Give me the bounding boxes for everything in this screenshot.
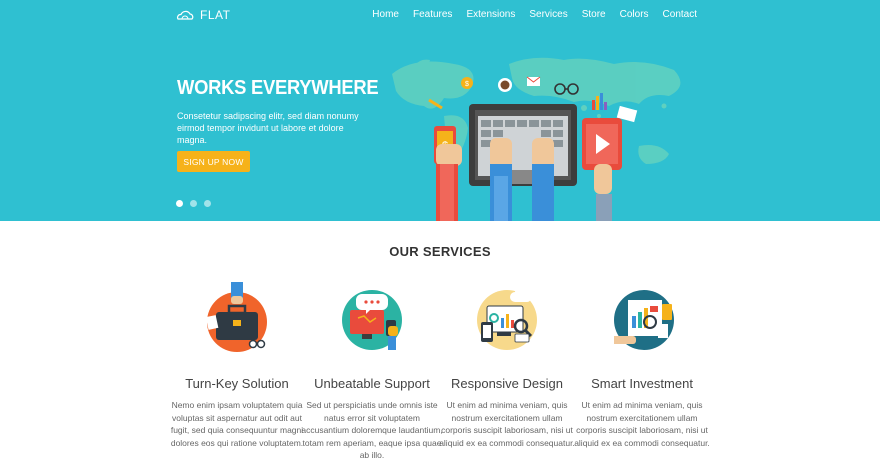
logo[interactable]: FLAT xyxy=(176,8,230,22)
service-title: Unbeatable Support xyxy=(314,376,430,391)
service-title: Smart Investment xyxy=(591,376,693,391)
service-card: Smart Investment Ut enim ad minima venia… xyxy=(567,282,717,449)
service-text: Sed ut perspiciatis unde omnis iste natu… xyxy=(301,400,443,460)
investment-icon xyxy=(606,282,678,354)
nav-home[interactable]: Home xyxy=(372,9,399,20)
svg-text:$: $ xyxy=(465,81,469,88)
service-card: Unbeatable Support Sed ut perspiciatis u… xyxy=(297,282,447,462)
logo-text: FLAT xyxy=(200,8,231,22)
hero-illustration: $ $ xyxy=(392,57,681,221)
hero-section: FLAT Home Features Extensions Services S… xyxy=(0,0,880,221)
slider-dot-1[interactable] xyxy=(176,200,183,207)
services-title: OUR SERVICES xyxy=(389,244,491,259)
service-card: Turn-Key Solution Nemo enim ipsam volupt… xyxy=(162,282,312,449)
navbar: FLAT Home Features Extensions Services S… xyxy=(0,0,880,30)
nav-features[interactable]: Features xyxy=(413,9,452,20)
support-icon xyxy=(336,282,408,354)
hero-text: Consetetur sadipscing elitr, sed diam no… xyxy=(177,111,359,145)
nav-extensions[interactable]: Extensions xyxy=(466,9,515,20)
main-nav: Home Features Extensions Services Store … xyxy=(372,9,697,20)
nav-contact[interactable]: Contact xyxy=(663,9,697,20)
service-text: Ut enim ad minima veniam, quis nostrum e… xyxy=(574,400,710,448)
service-title: Turn-Key Solution xyxy=(185,376,289,391)
slider-dots xyxy=(176,200,211,207)
nav-store[interactable]: Store xyxy=(582,9,606,20)
cloud-icon xyxy=(176,10,194,20)
nav-services[interactable]: Services xyxy=(529,9,567,20)
responsive-icon xyxy=(471,282,543,354)
sign-up-button[interactable]: SIGN UP NOW xyxy=(177,151,250,172)
slider-dot-2[interactable] xyxy=(190,200,197,207)
nav-colors[interactable]: Colors xyxy=(620,9,649,20)
service-text: Ut enim ad minima veniam, quis nostrum e… xyxy=(439,400,575,448)
hero-title: WORKS EVERYWHERE xyxy=(177,77,379,99)
service-card: Responsive Design Ut enim ad minima veni… xyxy=(432,282,582,449)
service-title: Responsive Design xyxy=(450,376,563,391)
slider-dot-3[interactable] xyxy=(204,200,211,207)
briefcase-icon xyxy=(201,282,273,354)
service-text: Nemo enim ipsam voluptatem quia voluptas… xyxy=(170,400,304,448)
